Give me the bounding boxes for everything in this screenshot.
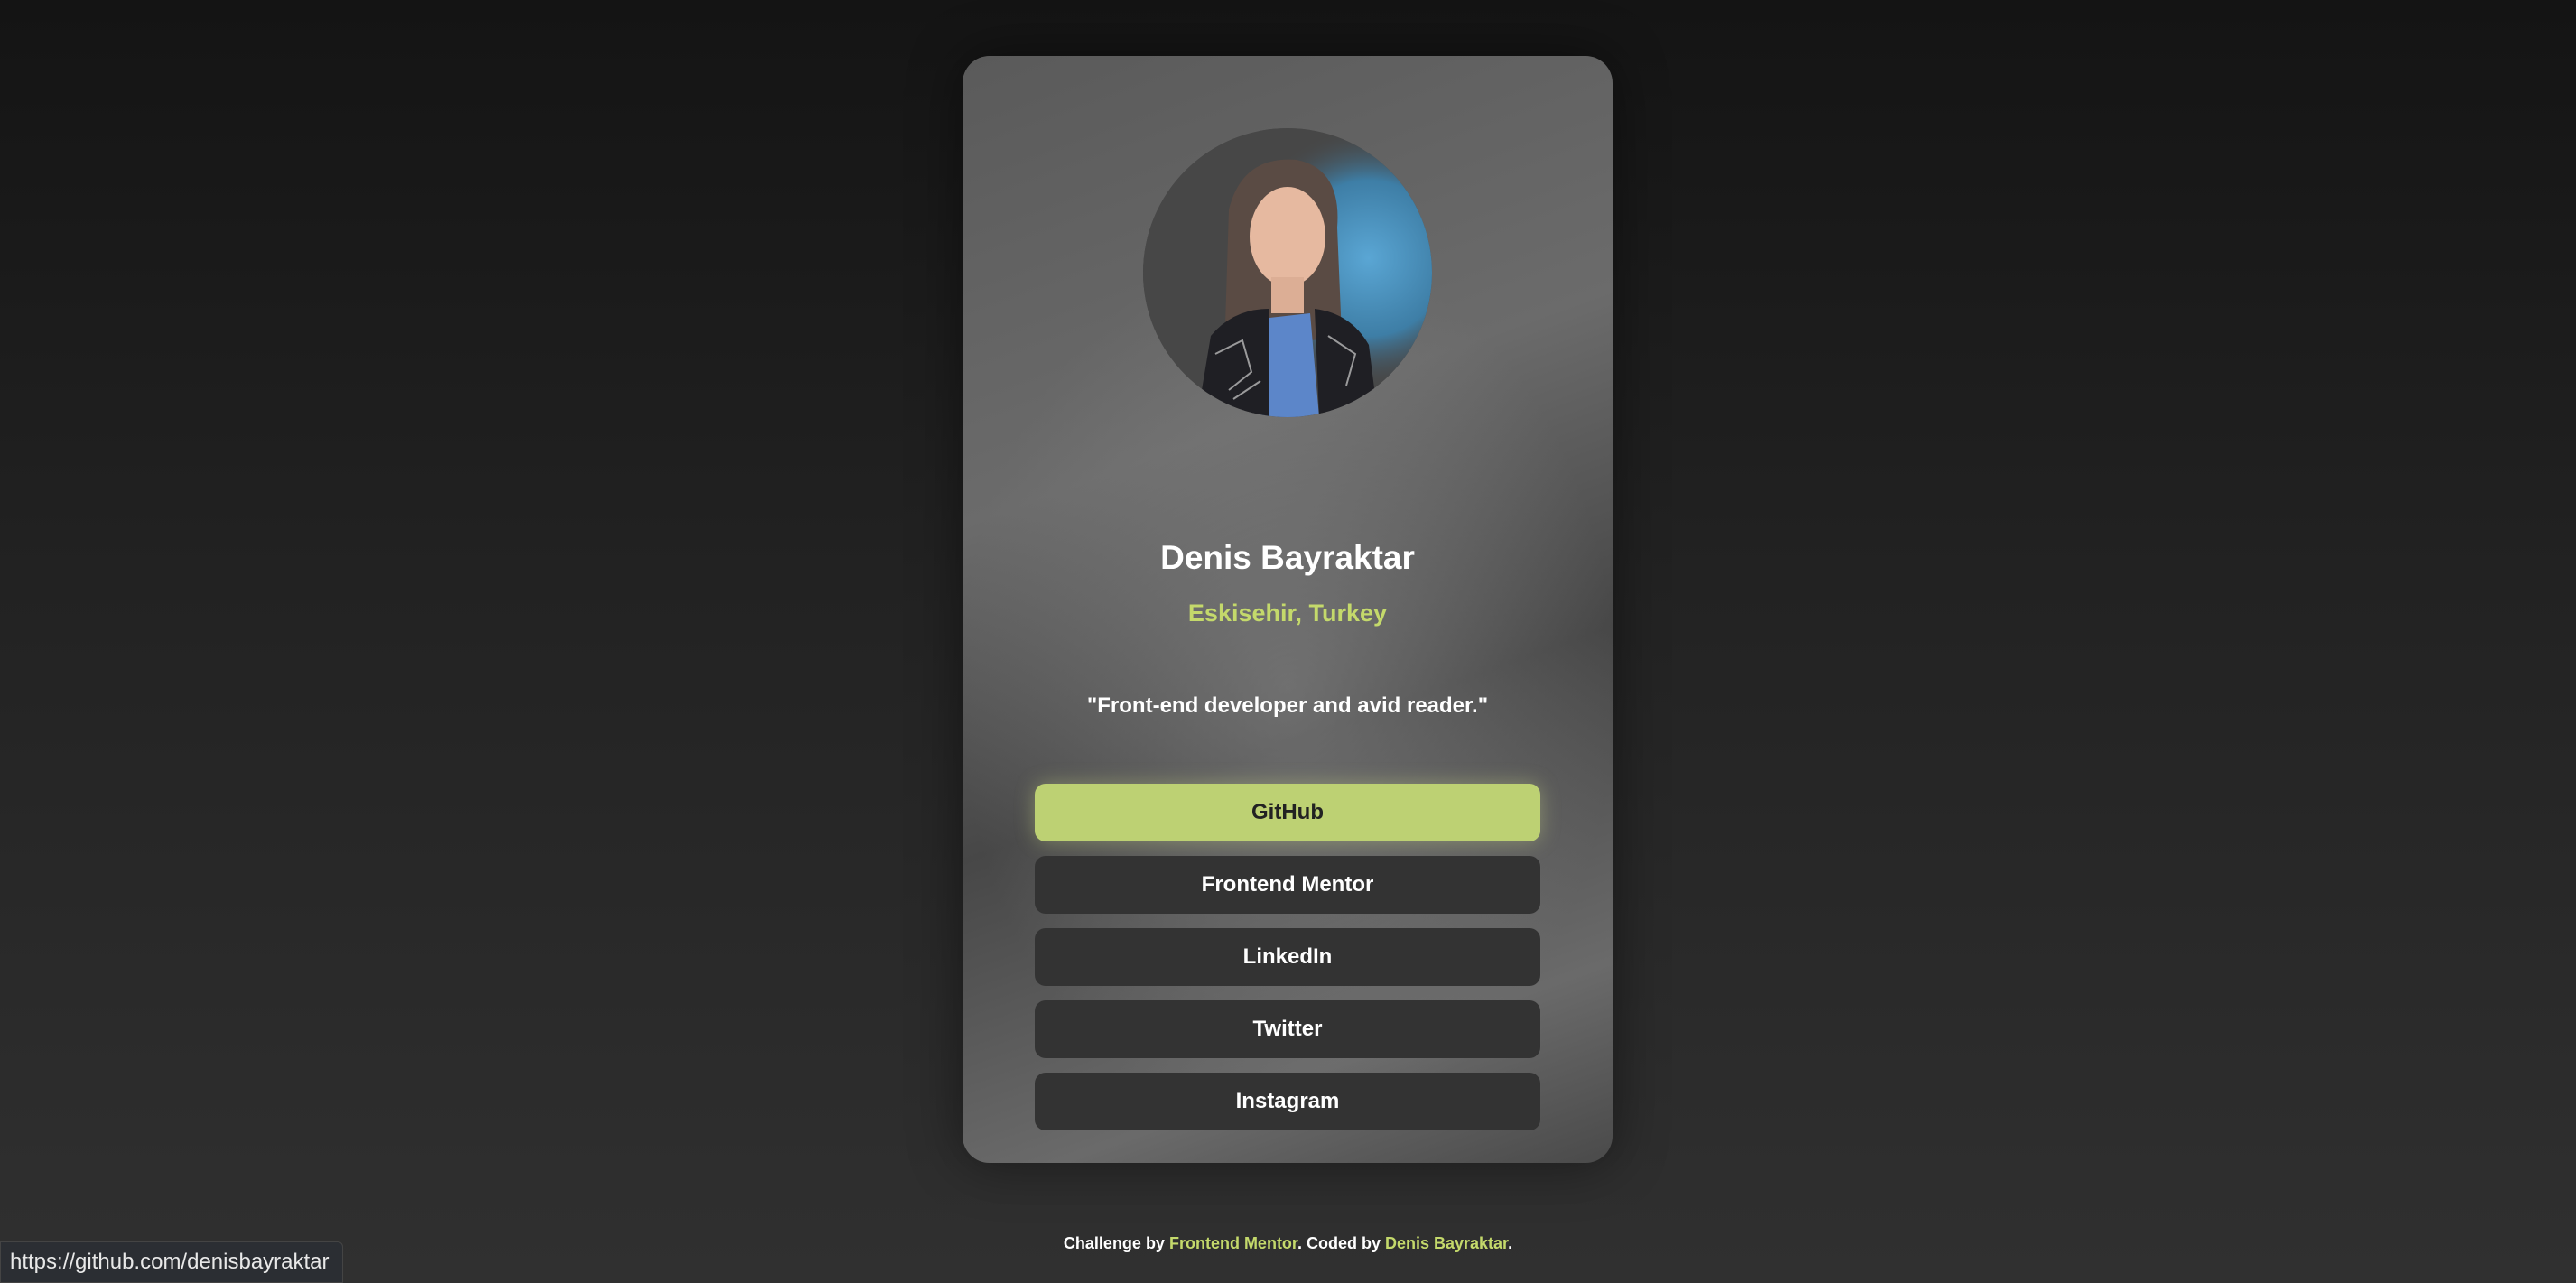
instagram-link-button[interactable]: Instagram [1035,1073,1540,1130]
footer-suffix: . [1508,1234,1513,1252]
profile-card: Denis Bayraktar Eskisehir, Turkey "Front… [963,56,1613,1163]
link-status-bar: https://github.com/denisbayraktar [0,1241,343,1283]
author-footer-link[interactable]: Denis Bayraktar [1385,1234,1508,1252]
footer-prefix: Challenge by [1063,1234,1169,1252]
profile-name: Denis Bayraktar [1160,539,1415,576]
frontend-mentor-link-button[interactable]: Frontend Mentor [1035,856,1540,914]
frontend-mentor-footer-link[interactable]: Frontend Mentor [1169,1234,1297,1252]
avatar [1143,128,1432,417]
attribution-footer: Challenge by Frontend Mentor. Coded by D… [0,1234,2576,1253]
profile-bio: "Front-end developer and avid reader." [1086,693,1489,718]
social-links: GitHub Frontend Mentor LinkedIn Twitter … [1035,784,1540,1145]
profile-location: Eskisehir, Turkey [1187,600,1388,627]
twitter-link-button[interactable]: Twitter [1035,1000,1540,1058]
linkedin-link-button[interactable]: LinkedIn [1035,928,1540,986]
avatar-photo [1143,128,1432,417]
github-link-button[interactable]: GitHub [1035,784,1540,841]
footer-middle: . Coded by [1297,1234,1385,1252]
